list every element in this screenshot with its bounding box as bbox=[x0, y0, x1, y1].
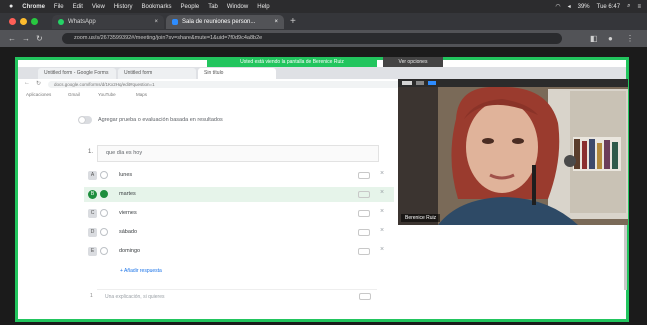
explanation-placeholder: Una explicación, si quieres bbox=[105, 294, 165, 300]
close-icon[interactable]: × bbox=[274, 19, 278, 25]
menu-item-history[interactable]: History bbox=[114, 4, 133, 10]
quiz-toggle bbox=[78, 116, 92, 124]
control-center-icon[interactable]: ≡ bbox=[637, 4, 641, 10]
more-menu-icon[interactable]: ⋮ bbox=[626, 33, 634, 44]
back-icon: ← bbox=[24, 80, 30, 86]
remove-icon: × bbox=[380, 246, 385, 253]
option-label: domingo bbox=[119, 248, 141, 254]
tab-whatsapp[interactable]: WhatsApp × bbox=[52, 15, 164, 29]
participant-name: Berenice Ruiz bbox=[405, 215, 437, 221]
answer-option: D sábado × bbox=[84, 225, 394, 240]
menu-item-help[interactable]: Help bbox=[257, 4, 269, 10]
option-letter: E bbox=[88, 247, 97, 256]
explanation-field: Una explicación, si quieres bbox=[97, 289, 377, 303]
browser-tabbar: WhatsApp × Sala de reuniones person... ×… bbox=[0, 13, 647, 30]
image-icon bbox=[358, 210, 370, 217]
radio-icon bbox=[100, 171, 108, 179]
option-label: viernes bbox=[119, 210, 137, 216]
participant-name-label: Berenice Ruiz bbox=[401, 214, 441, 222]
menu-item-tab[interactable]: Tab bbox=[208, 4, 218, 10]
shared-tab[interactable]: Untitled form bbox=[118, 68, 196, 79]
menu-item-chrome[interactable]: Chrome bbox=[22, 4, 45, 10]
apple-menu-icon[interactable]: ● bbox=[9, 3, 13, 10]
radio-icon bbox=[100, 228, 108, 236]
view-options-button[interactable]: Ver opciones bbox=[383, 57, 443, 67]
profile-avatar-icon[interactable]: ● bbox=[608, 33, 613, 44]
image-icon bbox=[358, 172, 370, 179]
image-icon bbox=[359, 293, 371, 300]
remove-icon: × bbox=[380, 170, 385, 177]
option-letter: A bbox=[88, 171, 97, 180]
wifi-icon[interactable]: ◠ bbox=[555, 3, 560, 10]
volume-icon[interactable]: ◂ bbox=[568, 3, 571, 10]
tab-label: Sala de reuniones person... bbox=[182, 19, 256, 25]
maximize-window-button[interactable] bbox=[31, 18, 38, 25]
bookmark-maps: Maps bbox=[136, 92, 148, 97]
question-number: 1. bbox=[88, 149, 94, 155]
answer-option: A lunes × bbox=[84, 168, 394, 183]
remove-icon: × bbox=[380, 227, 385, 234]
option-letter: C bbox=[88, 209, 97, 218]
search-icon[interactable]: ⌕ bbox=[627, 3, 630, 10]
participant-video[interactable]: Berenice Ruiz bbox=[398, 79, 628, 225]
extension-icon[interactable]: ◧ bbox=[590, 33, 598, 44]
image-icon bbox=[358, 229, 370, 236]
question-title-field: que día es hoy bbox=[97, 145, 379, 162]
address-bar[interactable]: zoom.us/s/2673599392#/meeting/join?sv=sh… bbox=[62, 33, 562, 44]
shared-browser-tabbar: Untitled form - Google Forms Untitled fo… bbox=[18, 67, 626, 79]
browser-toolbar: ← → ↻ zoom.us/s/2673599392#/meeting/join… bbox=[0, 30, 647, 47]
video-frame bbox=[398, 79, 628, 225]
zoom-icon bbox=[172, 19, 178, 25]
tab-label: WhatsApp bbox=[68, 19, 96, 25]
answer-option: C viernes × bbox=[84, 206, 394, 221]
radio-checked-icon bbox=[100, 190, 108, 198]
new-tab-button[interactable]: + bbox=[290, 15, 296, 29]
option-label: sábado bbox=[119, 229, 138, 235]
option-letter: D bbox=[88, 228, 97, 237]
bookmark-youtube: YouTube bbox=[98, 92, 116, 97]
answer-option: E domingo × bbox=[84, 244, 394, 259]
back-icon[interactable]: ← bbox=[8, 33, 16, 44]
minimize-window-button[interactable] bbox=[20, 18, 27, 25]
menu-item-file[interactable]: File bbox=[54, 4, 64, 10]
option-label: martes bbox=[119, 191, 136, 197]
question-title: que día es hoy bbox=[106, 150, 143, 156]
close-icon[interactable]: × bbox=[154, 19, 158, 25]
shared-tab[interactable]: Sin título bbox=[198, 68, 276, 79]
whatsapp-icon bbox=[58, 19, 64, 25]
menu-item-bookmarks[interactable]: Bookmarks bbox=[142, 4, 172, 10]
shared-address-bar: docs.google.com/forms/d/1Kx2Hq/edit#ques… bbox=[48, 81, 428, 88]
image-icon bbox=[358, 191, 370, 198]
battery-percent[interactable]: 39% bbox=[578, 4, 590, 10]
option-label: lunes bbox=[119, 172, 133, 178]
image-icon bbox=[358, 248, 370, 255]
menu-item-edit[interactable]: Edit bbox=[73, 4, 83, 10]
explanation-number: 1 bbox=[90, 293, 93, 299]
forward-icon[interactable]: → bbox=[22, 33, 30, 44]
remove-icon: × bbox=[380, 189, 385, 196]
shared-tab[interactable]: Untitled form - Google Forms bbox=[38, 68, 116, 79]
bookmark-apps: Aplicaciones bbox=[26, 92, 52, 97]
reload-icon[interactable]: ↻ bbox=[36, 33, 43, 44]
clock[interactable]: Tue 6:47 bbox=[597, 4, 620, 10]
add-answer-link: + Añadir respuesta bbox=[120, 268, 162, 274]
quiz-toggle-label: Agregar prueba o evaluación basada en re… bbox=[98, 117, 223, 123]
menu-item-view[interactable]: View bbox=[92, 4, 105, 10]
radio-icon bbox=[100, 247, 108, 255]
option-letter: B bbox=[88, 190, 97, 199]
macos-menubar: ● Chrome File Edit View History Bookmark… bbox=[0, 0, 647, 13]
close-window-button[interactable] bbox=[9, 18, 16, 25]
sharing-banner: Usted está viendo la pantalla de Berenic… bbox=[207, 57, 377, 67]
reload-icon: ↻ bbox=[36, 81, 42, 87]
menu-item-people[interactable]: People bbox=[181, 4, 200, 10]
remove-icon: × bbox=[380, 208, 385, 215]
radio-icon bbox=[100, 209, 108, 217]
answer-option-correct: B martes × bbox=[84, 187, 394, 202]
menu-item-window[interactable]: Window bbox=[227, 4, 248, 10]
tab-zoom-meeting[interactable]: Sala de reuniones person... × bbox=[166, 15, 284, 29]
bookmark-gmail: Gmail bbox=[68, 92, 80, 97]
status-area: ◠ ◂ 39% Tue 6:47 ⌕ ≡ bbox=[555, 0, 641, 13]
